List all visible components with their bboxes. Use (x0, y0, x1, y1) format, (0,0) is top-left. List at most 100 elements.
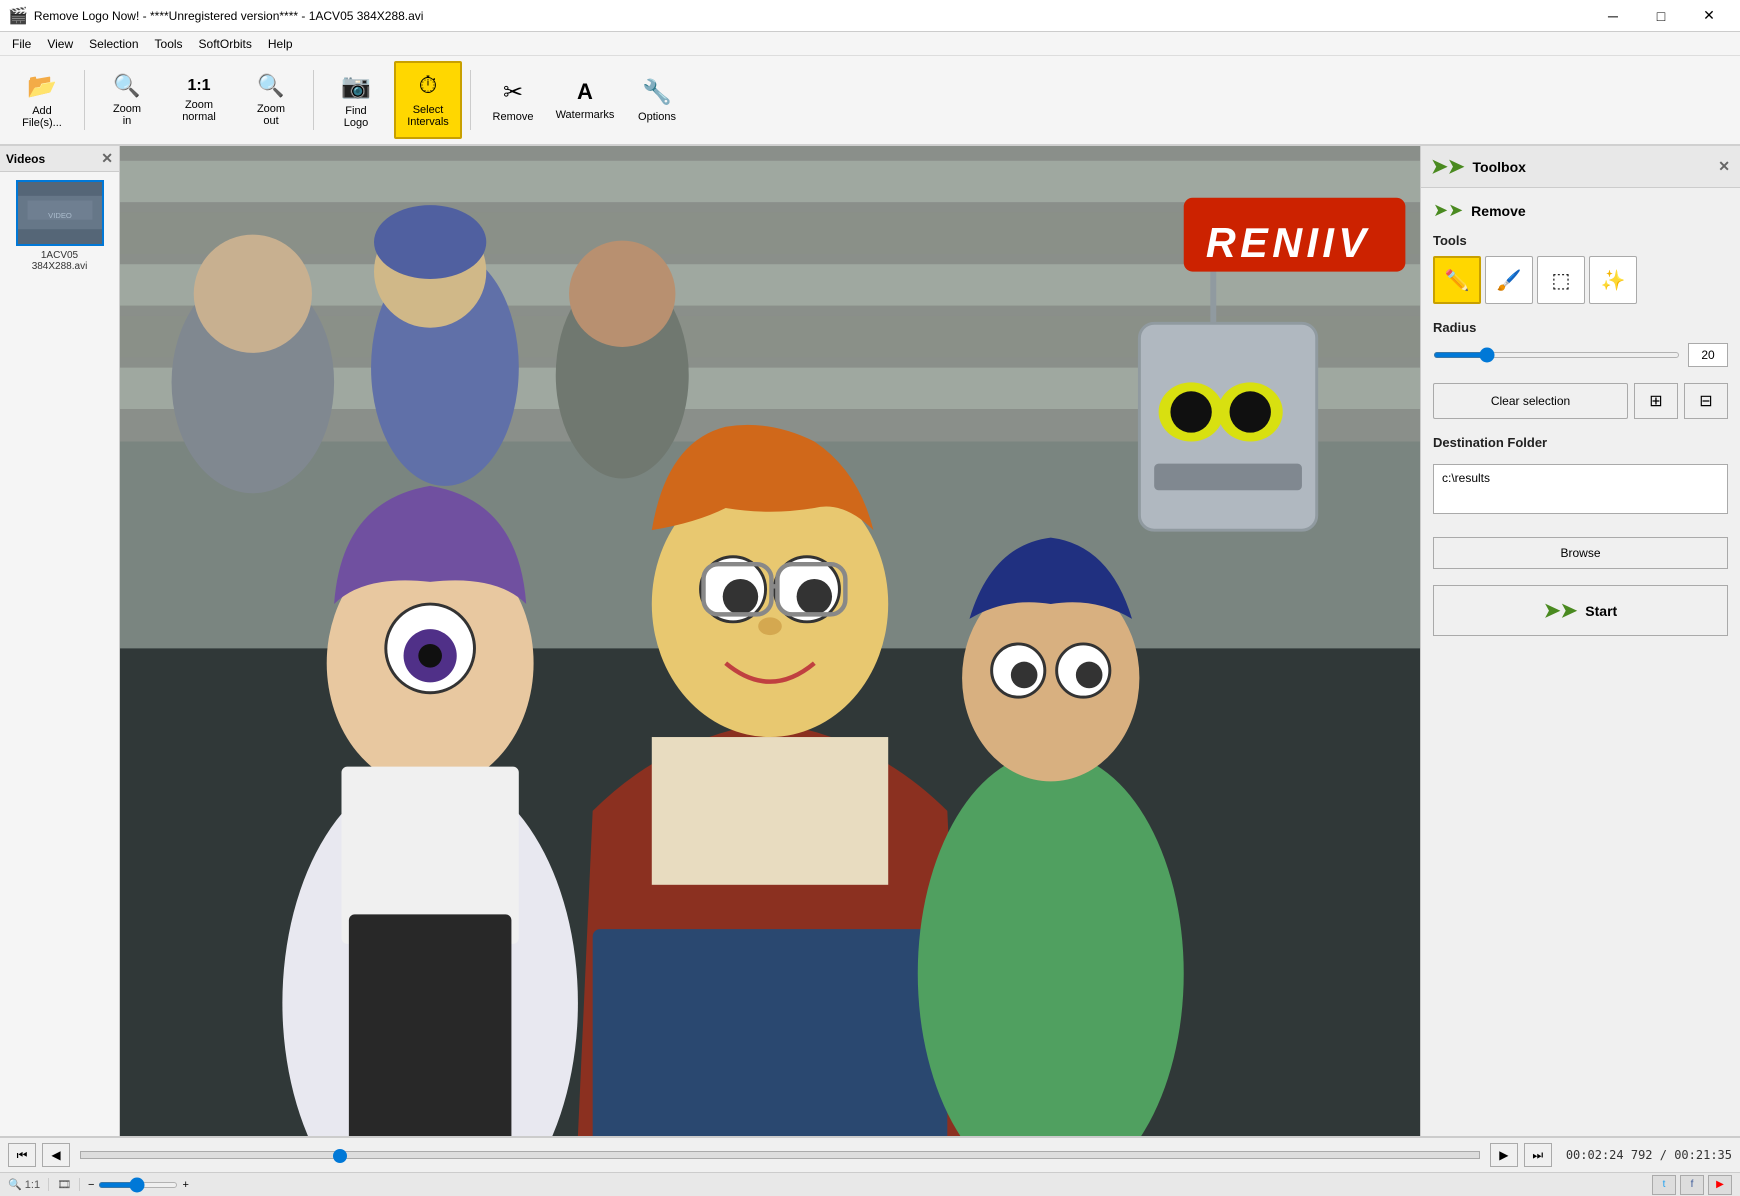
close-button[interactable]: ✕ (1686, 0, 1732, 32)
next-frame-button[interactable]: ⏭ (1524, 1143, 1552, 1167)
options-icon: 🔧 (642, 78, 672, 107)
previous-frame-icon: ⏮ (17, 1148, 28, 1163)
svg-text:RENIIV: RENIIV (1206, 220, 1371, 266)
transport-row: ⏮ ◀ ▶ ⏭ 00:02:24 792 / 00:21:35 (0, 1138, 1740, 1172)
menu-softorbits[interactable]: SoftOrbits (191, 35, 260, 53)
find-logo-icon: 📷 (341, 72, 371, 101)
radius-slider[interactable] (1433, 352, 1680, 358)
start-button[interactable]: ➤➤ Start (1433, 585, 1728, 636)
select-all-button[interactable]: ⊞ (1634, 383, 1678, 419)
rect-select-tool-button[interactable]: ⬚ (1537, 256, 1585, 304)
zoom-in-button[interactable]: 🔍 Zoomin (93, 61, 161, 139)
rect-select-icon: ⬚ (1552, 268, 1571, 293)
browse-button[interactable]: Browse (1433, 537, 1728, 569)
toolbar-separator-1 (84, 70, 85, 130)
previous-button[interactable]: ◀ (42, 1143, 70, 1167)
thumb-image: VIDEO (16, 180, 104, 246)
destination-section: Destination Folder c:\results (1433, 435, 1728, 517)
zoom-in-label: Zoomin (113, 103, 141, 127)
maximize-button[interactable]: □ (1638, 0, 1684, 32)
remove-arrow-icon: ➤➤ (1433, 200, 1463, 221)
pencil-icon: ✏️ (1445, 268, 1470, 293)
zoom-in-icon: 🔍 (113, 73, 140, 99)
zoom-plus-icon: + (182, 1179, 188, 1191)
zoom-range-slider[interactable] (98, 1182, 178, 1188)
previous-icon: ◀ (51, 1148, 60, 1162)
title-bar: 🎬 Remove Logo Now! - ****Unregistered ve… (0, 0, 1740, 32)
start-arrow-icon: ➤➤ (1544, 598, 1578, 623)
magic-tool-button[interactable]: ✨ (1589, 256, 1637, 304)
deselect-icon: ⊟ (1699, 391, 1712, 411)
tools-row: ✏️ 🖌️ ⬚ ✨ (1433, 256, 1728, 304)
brush-tool-button[interactable]: 🖌️ (1485, 256, 1533, 304)
menu-file[interactable]: File (4, 35, 39, 53)
app-icon: 🎬 (8, 6, 28, 26)
next-frame-icon: ⏭ (1532, 1148, 1543, 1163)
menu-selection[interactable]: Selection (81, 35, 146, 53)
previous-frame-button[interactable]: ⏮ (8, 1143, 36, 1167)
seek-thumb[interactable] (333, 1149, 347, 1163)
frame-icon: 🎞 (57, 1179, 71, 1191)
main-area: Videos ✕ VIDEO 1ACV05384X288.avi (0, 146, 1740, 1136)
options-label: Options (638, 111, 676, 123)
toolbox-panel: ➤➤ Toolbox ✕ ➤➤ Remove Tools ✏️ 🖌️ (1420, 146, 1740, 1136)
remove-icon: ✂ (503, 78, 523, 107)
find-logo-button[interactable]: 📷 FindLogo (322, 61, 390, 139)
toolbox-close-button[interactable]: ✕ (1718, 158, 1730, 175)
radius-label: Radius (1433, 320, 1728, 335)
radius-section: Radius 20 (1433, 320, 1728, 367)
deselect-button[interactable]: ⊟ (1684, 383, 1728, 419)
seek-bar[interactable] (80, 1151, 1480, 1159)
remove-button[interactable]: ✂ Remove (479, 61, 547, 139)
youtube-icon: ▶ (1716, 1179, 1724, 1190)
remove-section-header: ➤➤ Remove (1433, 200, 1728, 221)
videos-panel: Videos ✕ VIDEO 1ACV05384X288.avi (0, 146, 120, 1136)
remove-section-label: Remove (1471, 203, 1525, 219)
menu-view[interactable]: View (39, 35, 81, 53)
zoom-icon: 🔍 (8, 1179, 22, 1191)
window-title: Remove Logo Now! - ****Unregistered vers… (34, 9, 424, 23)
zoom-normal-label: Zoomnormal (182, 99, 216, 123)
pencil-tool-button[interactable]: ✏️ (1433, 256, 1481, 304)
youtube-button[interactable]: ▶ (1708, 1175, 1732, 1195)
facebook-button[interactable]: f (1680, 1175, 1704, 1195)
minimize-button[interactable]: ─ (1590, 0, 1636, 32)
select-intervals-button[interactable]: ⏱ SelectIntervals (394, 61, 462, 139)
destination-input[interactable]: c:\results (1433, 464, 1728, 514)
video-area[interactable]: RENIIV (120, 146, 1420, 1136)
twitter-button[interactable]: t (1652, 1175, 1676, 1195)
clear-selection-button[interactable]: Clear selection (1433, 383, 1628, 419)
menu-help[interactable]: Help (260, 35, 301, 53)
menu-bar: File View Selection Tools SoftOrbits Hel… (0, 32, 1740, 56)
remove-label: Remove (493, 111, 534, 123)
select-all-icon: ⊞ (1649, 391, 1662, 411)
zoom-out-icon: 🔍 (257, 73, 284, 99)
watermarks-button[interactable]: A Watermarks (551, 61, 619, 139)
videos-title: Videos (6, 152, 45, 166)
toolbar-separator-2 (313, 70, 314, 130)
time-display: 00:02:24 792 / 00:21:35 (1566, 1148, 1732, 1162)
destination-label: Destination Folder (1433, 435, 1728, 450)
tools-section-label: Tools (1433, 233, 1728, 248)
status-zoom: 🔍 1:1 (8, 1178, 49, 1191)
title-bar-controls: ─ □ ✕ (1590, 0, 1732, 32)
next-button[interactable]: ▶ (1490, 1143, 1518, 1167)
next-icon: ▶ (1499, 1148, 1508, 1162)
status-frame-info: 🎞 (57, 1178, 80, 1191)
videos-header: Videos ✕ (0, 146, 119, 172)
radius-value: 20 (1688, 343, 1728, 367)
selection-row: Clear selection ⊞ ⊟ (1433, 383, 1728, 419)
toolbox-content: ➤➤ Remove Tools ✏️ 🖌️ ⬚ ✨ (1421, 188, 1740, 648)
toolbar-separator-3 (470, 70, 471, 130)
magic-icon: ✨ (1601, 268, 1626, 293)
toolbox-arrow-icon: ➤➤ (1431, 154, 1465, 179)
find-logo-label: FindLogo (344, 105, 368, 129)
video-thumbnail[interactable]: VIDEO 1ACV05384X288.avi (15, 180, 105, 272)
videos-close-button[interactable]: ✕ (101, 150, 113, 167)
zoom-out-button[interactable]: 🔍 Zoomout (237, 61, 305, 139)
menu-tools[interactable]: Tools (147, 35, 191, 53)
zoom-normal-button[interactable]: 1:1 Zoomnormal (165, 61, 233, 139)
zoom-normal-icon: 1:1 (187, 77, 210, 95)
add-files-button[interactable]: 📂 Add File(s)... (8, 61, 76, 139)
options-button[interactable]: 🔧 Options (623, 61, 691, 139)
